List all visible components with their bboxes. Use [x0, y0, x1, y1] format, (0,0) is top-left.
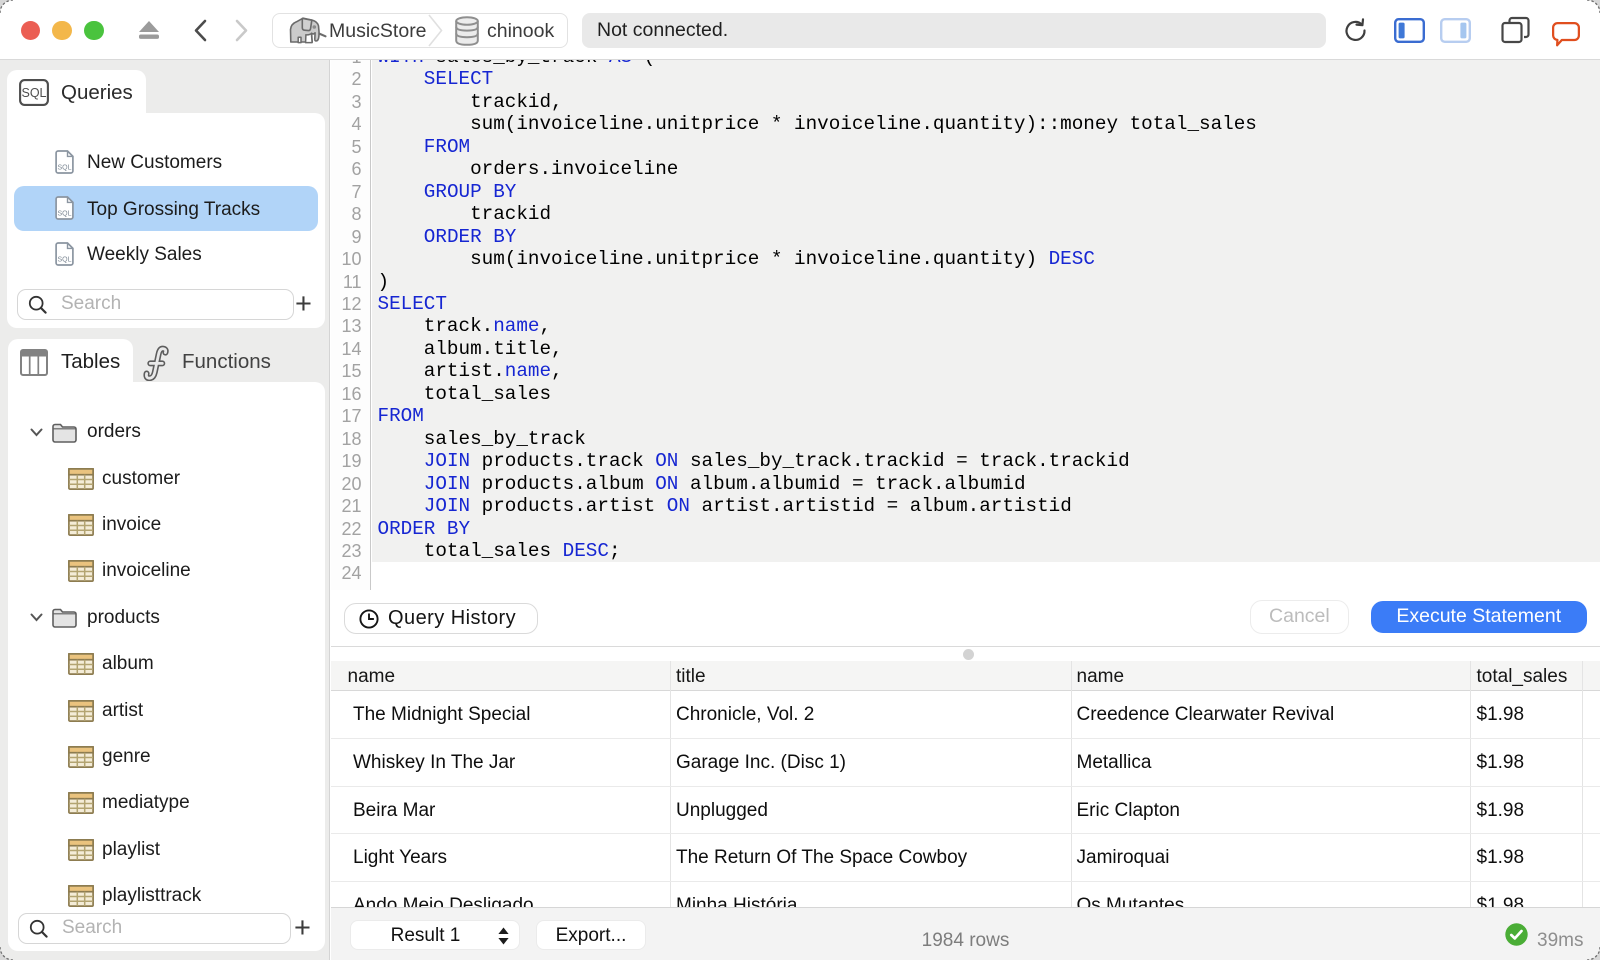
svg-text:SQL: SQL [57, 211, 71, 218]
svg-text:SQL: SQL [57, 257, 71, 264]
svg-text:SQL: SQL [57, 165, 71, 172]
svg-text:SQL: SQL [21, 86, 46, 100]
